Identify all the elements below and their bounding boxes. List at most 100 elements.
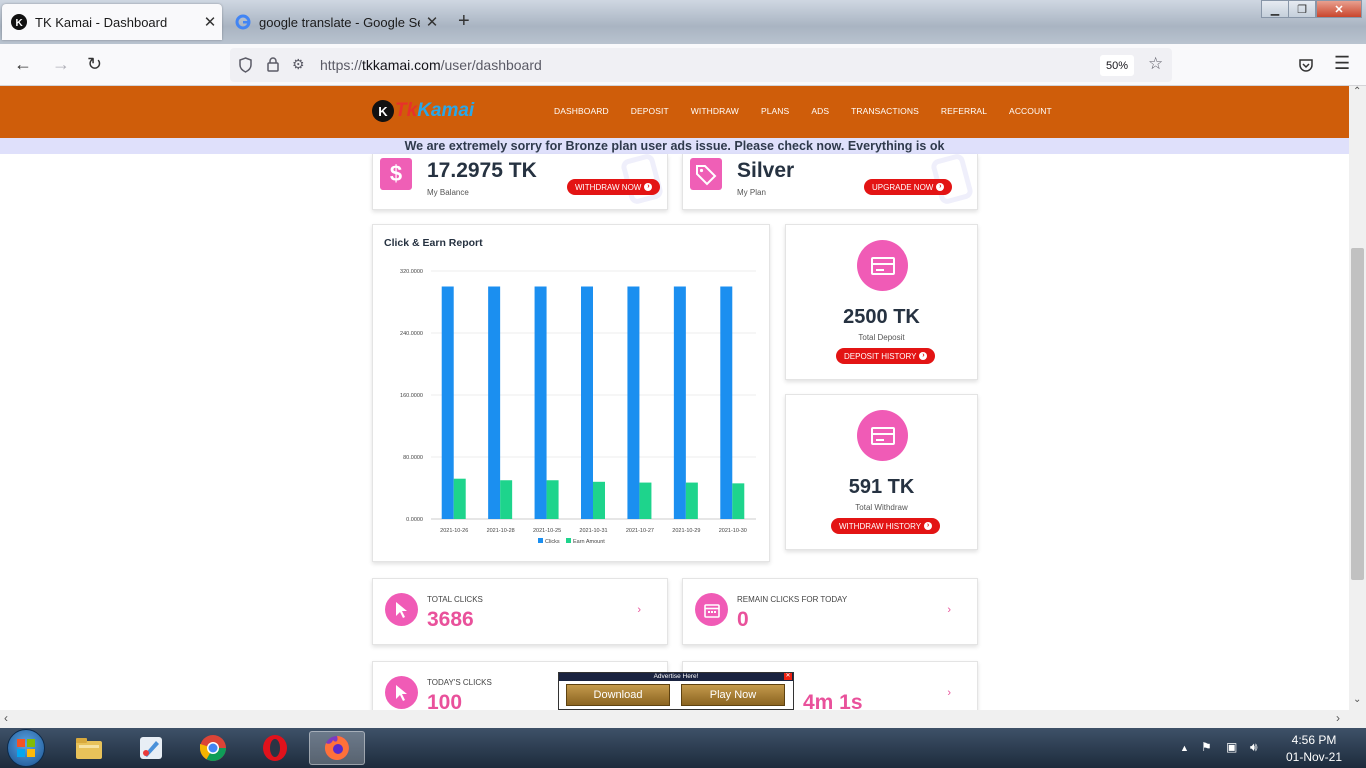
- url-path: /user/dashboard: [440, 57, 542, 73]
- opera-icon[interactable]: [247, 731, 303, 765]
- legend-clicks-swatch: [538, 538, 543, 543]
- x-tick-label: 2021-10-31: [579, 528, 607, 534]
- zoom-level-button[interactable]: 50%: [1100, 55, 1134, 76]
- horizontal-scrollbar[interactable]: ‹ ›: [0, 710, 1366, 728]
- browser-tab-strip: K TK Kamai - Dashboard ✕ google translat…: [0, 0, 1366, 44]
- balance-value: 17.2975 TK: [427, 159, 537, 182]
- tab-google-translate[interactable]: google translate - Google Search ✕: [226, 4, 444, 40]
- tab-dashboard[interactable]: K TK Kamai - Dashboard ✕: [2, 4, 222, 40]
- withdraw-history-button[interactable]: WITHDRAW HISTORY ›: [831, 518, 941, 534]
- logo-tk: Tk: [395, 100, 418, 121]
- scroll-left-icon[interactable]: ‹: [4, 711, 8, 725]
- clicks-bar: [627, 286, 640, 519]
- calendar-icon: [695, 593, 728, 626]
- menu-plans[interactable]: PLANS: [761, 106, 789, 116]
- window-close-icon[interactable]: ✕: [1316, 0, 1362, 18]
- ad-close-icon[interactable]: ✕: [784, 673, 792, 680]
- menu-referral[interactable]: REFERRAL: [941, 106, 987, 116]
- total-clicks-value: 3686: [427, 608, 474, 631]
- system-clock[interactable]: 4:56 PM 01-Nov-21: [1282, 732, 1346, 766]
- back-icon[interactable]: ←: [14, 54, 32, 75]
- menu-transactions[interactable]: TRANSACTIONS: [851, 106, 919, 116]
- tab-close-icon[interactable]: ✕: [198, 13, 222, 31]
- click-earn-report-card: Click & Earn Report 0.0000 80.0000 160.000…: [372, 224, 770, 562]
- dollar-icon: $: [380, 158, 412, 190]
- earn-amount-bar: [546, 480, 559, 519]
- remain-clicks-card[interactable]: REMAIN CLICKS FOR TODAY 0 ›: [682, 578, 978, 645]
- bookmark-star-icon[interactable]: ☆: [1148, 54, 1163, 74]
- timer-value: 4m 1s: [803, 691, 863, 710]
- permissions-icon[interactable]: ⚙: [292, 56, 305, 73]
- arrow-circle-icon: ›: [936, 183, 945, 191]
- logo-text: TkKamai: [395, 100, 474, 122]
- ad-download-button[interactable]: Download: [566, 684, 670, 706]
- menu-deposit[interactable]: DEPOSIT: [631, 106, 669, 116]
- site-logo[interactable]: K TkKamai: [372, 100, 474, 122]
- start-button[interactable]: [7, 729, 45, 767]
- x-tick-label: 2021-10-26: [440, 528, 468, 534]
- ad-play-now-button[interactable]: Play Now: [681, 684, 785, 706]
- y-tick-label: 0.0000: [406, 517, 423, 523]
- withdraw-value: 591 TK: [848, 476, 915, 498]
- deposit-history-button[interactable]: DEPOSIT HISTORY ›: [836, 348, 936, 364]
- tk-kamai-favicon-icon: K: [11, 14, 27, 30]
- hamburger-menu-icon[interactable]: ☰: [1334, 53, 1350, 74]
- y-tick-label: 320.0000: [400, 269, 423, 275]
- withdraw-history-label: WITHDRAW HISTORY: [839, 521, 922, 531]
- lock-icon[interactable]: [267, 57, 279, 72]
- scroll-down-icon[interactable]: ⌄: [1353, 694, 1361, 705]
- menu-account[interactable]: ACCOUNT: [1009, 106, 1052, 116]
- chevron-right-icon: ›: [637, 604, 641, 616]
- volume-icon[interactable]: 🔊︎: [1250, 740, 1258, 755]
- url-scheme: https://: [320, 57, 363, 73]
- earn-amount-bar: [593, 481, 605, 519]
- chevron-right-icon: ›: [947, 604, 951, 616]
- scroll-right-icon[interactable]: ›: [1336, 711, 1340, 725]
- pocket-icon[interactable]: [1298, 57, 1314, 73]
- total-clicks-label: TOTAL CLICKS: [427, 595, 483, 604]
- chrome-icon[interactable]: [185, 731, 241, 765]
- y-tick-label: 160.0000: [400, 393, 423, 399]
- upgrade-now-label: UPGRADE NOW: [872, 182, 934, 192]
- minimize-icon[interactable]: ▁: [1261, 0, 1289, 18]
- url-text[interactable]: https://tkkamai.com/user/dashboard: [320, 57, 542, 73]
- site-menu: DASHBOARD DEPOSIT WITHDRAW PLANS ADS TRA…: [554, 106, 1074, 116]
- site-navbar: K TkKamai DASHBOARD DEPOSIT WITHDRAW PLA…: [0, 86, 1349, 138]
- forward-icon[interactable]: →: [52, 54, 70, 75]
- credit-card-icon: [857, 240, 908, 291]
- upgrade-now-button[interactable]: UPGRADE NOW ›: [864, 179, 953, 195]
- network-icon[interactable]: ▣: [1226, 740, 1237, 754]
- reload-icon[interactable]: ↻: [87, 54, 102, 75]
- paint-app-icon[interactable]: [123, 731, 179, 765]
- scroll-up-icon[interactable]: ⌃: [1353, 86, 1361, 97]
- clock-date: 01-Nov-21: [1285, 750, 1343, 764]
- action-center-flag-icon[interactable]: ⚑: [1201, 740, 1212, 754]
- clicks-bar: [581, 286, 593, 519]
- plan-label: My Plan: [737, 188, 766, 197]
- menu-ads[interactable]: ADS: [811, 106, 829, 116]
- deposit-history-label: DEPOSIT HISTORY: [844, 351, 917, 361]
- click-earn-chart: 0.0000 80.0000 160.0000 240.0000 320.0000 202…: [400, 269, 756, 545]
- todays-clicks-label: TODAY'S CLICKS: [427, 678, 492, 687]
- url-bar[interactable]: ⚙ https://tkkamai.com/user/dashboard 50%…: [230, 48, 1172, 82]
- total-clicks-card[interactable]: TOTAL CLICKS 3686 ›: [372, 578, 668, 645]
- vertical-scrollbar[interactable]: ⌃ ⌄: [1349, 86, 1366, 710]
- menu-dashboard[interactable]: DASHBOARD: [554, 106, 609, 116]
- firefox-icon[interactable]: [309, 731, 365, 765]
- legend-clicks-label: Clicks: [545, 539, 560, 545]
- file-explorer-icon[interactable]: [61, 731, 117, 765]
- advertisement-banner[interactable]: Advertise Here! ✕ Download Play Now: [558, 672, 794, 710]
- clicks-bar: [534, 286, 547, 519]
- scrollbar-thumb[interactable]: [1351, 248, 1364, 580]
- withdraw-now-button[interactable]: WITHDRAW NOW ›: [567, 179, 661, 195]
- withdraw-now-label: WITHDRAW NOW: [575, 182, 642, 192]
- tab-close-icon[interactable]: ✕: [420, 13, 444, 31]
- new-tab-icon[interactable]: +: [458, 10, 470, 33]
- logo-mark-icon: K: [372, 100, 394, 122]
- maximize-icon[interactable]: ❐: [1288, 0, 1316, 18]
- shield-icon[interactable]: [238, 57, 253, 73]
- earn-amount-bar: [639, 482, 652, 519]
- clicks-bar: [720, 286, 733, 519]
- tray-expand-icon[interactable]: ▲: [1180, 743, 1189, 753]
- menu-withdraw[interactable]: WITHDRAW: [691, 106, 739, 116]
